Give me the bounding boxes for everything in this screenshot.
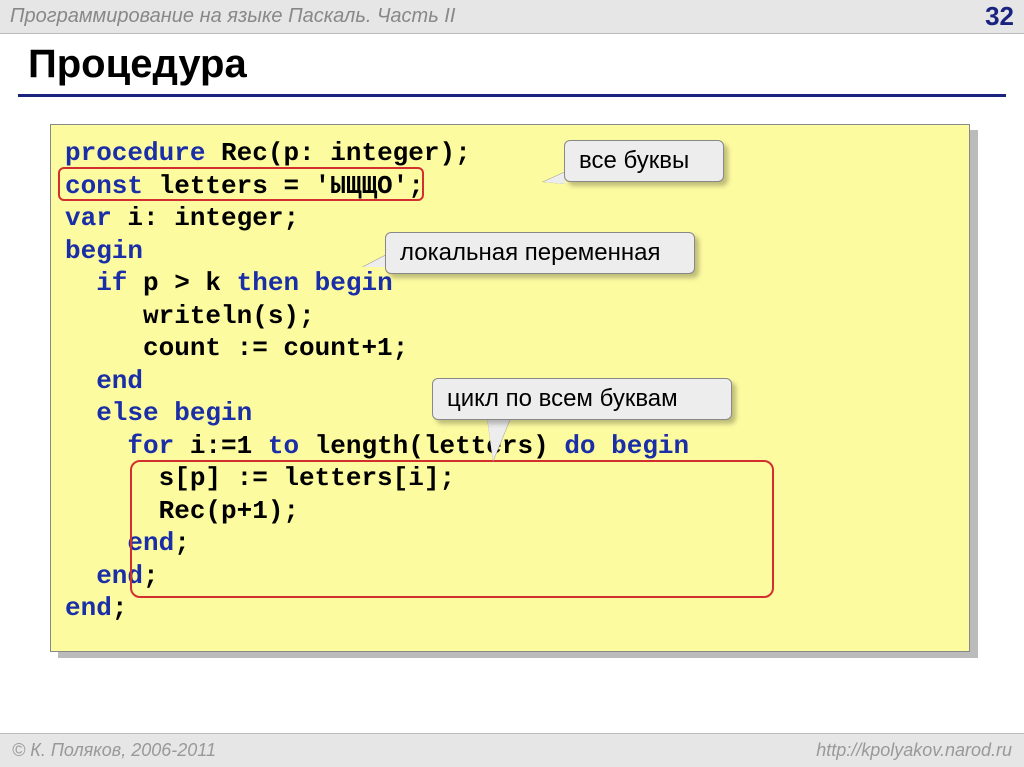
code-text: ; — [112, 593, 128, 623]
callout-tail-3 — [487, 417, 511, 461]
kw-procedure: procedure — [65, 138, 205, 168]
kw-to: to — [268, 431, 299, 461]
code-text: p > k — [127, 268, 236, 298]
code-text: ; — [143, 561, 159, 591]
callout-all-letters: все буквы — [564, 140, 724, 182]
page-number: 32 — [985, 1, 1014, 32]
code-text: Rec(p: integer); — [205, 138, 470, 168]
kw-var: var — [65, 203, 112, 233]
kw-const: const — [65, 171, 143, 201]
callout-tail-1 — [543, 172, 565, 184]
header-bar: Программирование на языке Паскаль. Часть… — [0, 0, 1024, 34]
kw-end2: end — [65, 528, 174, 558]
code-text: writeln(s); — [65, 301, 315, 331]
code-text: letters = 'ЫЩЩО'; — [143, 171, 424, 201]
kw-do-begin: do begin — [564, 431, 689, 461]
footer-url: http://kpolyakov.narod.ru — [816, 740, 1012, 761]
code-text: Rec(p+1); — [65, 496, 299, 526]
code-text: i:=1 — [174, 431, 268, 461]
code-text: i: integer; — [112, 203, 299, 233]
footer-bar: © К. Поляков, 2006-2011 http://kpolyakov… — [0, 733, 1024, 767]
callout-loop-letters: цикл по всем буквам — [432, 378, 732, 420]
slide-title: Процедура — [28, 42, 247, 87]
kw-else: else — [65, 398, 159, 428]
code-text: count := count+1; — [65, 333, 408, 363]
code-text: ; — [174, 528, 190, 558]
kw-if: if — [65, 268, 127, 298]
kw-end4: end — [65, 593, 112, 623]
callout-local-var: локальная переменная — [385, 232, 695, 274]
kw-end3: end — [65, 561, 143, 591]
kw-then-begin: then begin — [237, 268, 393, 298]
footer-copyright: © К. Поляков, 2006-2011 — [12, 740, 216, 761]
kw-end: end — [65, 366, 143, 396]
kw-begin: begin — [65, 236, 143, 266]
code-text: s[p] := letters[i]; — [65, 463, 455, 493]
kw-begin2: begin — [159, 398, 253, 428]
header-title: Программирование на языке Паскаль. Часть… — [10, 5, 455, 28]
title-underline — [18, 94, 1006, 97]
code-text: length(letters) — [299, 431, 564, 461]
kw-for: for — [65, 431, 174, 461]
callout-tail-2 — [363, 255, 386, 267]
